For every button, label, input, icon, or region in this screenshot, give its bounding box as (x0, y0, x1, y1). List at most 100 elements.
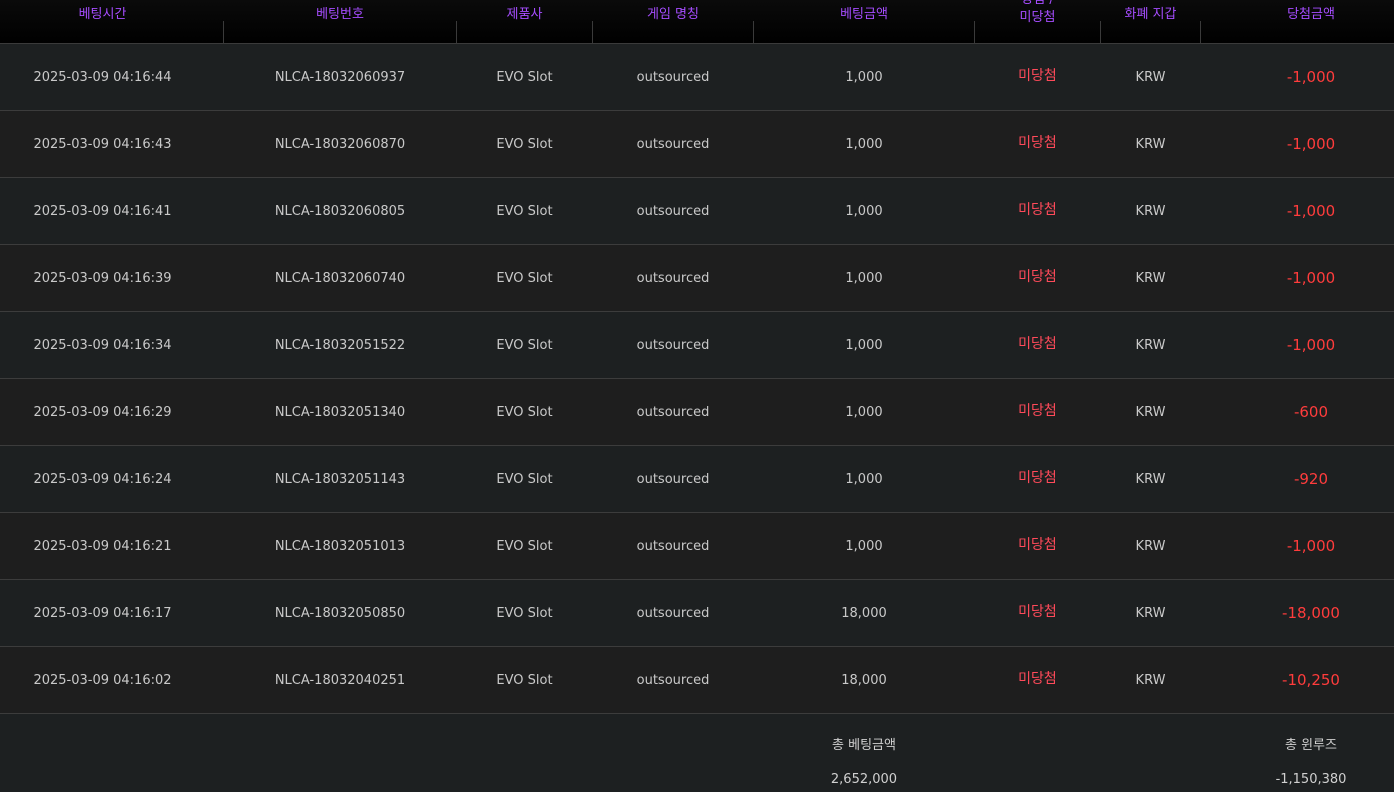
win-amount-cell: -1,000 (1286, 68, 1336, 86)
win-amount-cell: -18,000 (1282, 604, 1340, 622)
bet-amount-cell: 1,000 (845, 69, 883, 85)
win-status-cell: 미당첨 (1018, 269, 1057, 285)
table-row[interactable]: 2025-03-09 04:16:44 NLCA-18032060937 EVO… (0, 44, 1394, 111)
currency-cell: KRW (1135, 203, 1166, 219)
column-header-bet-amount[interactable]: 베팅금액 (754, 0, 974, 43)
game-name-cell: outsourced (636, 136, 710, 152)
game-name-cell: outsourced (636, 672, 710, 688)
column-header-label: 당첨금액 (1287, 7, 1335, 22)
column-header-label: 베팅시간 (78, 7, 127, 22)
game-name-cell: outsourced (636, 69, 710, 85)
table-row[interactable]: 2025-03-09 04:16:43 NLCA-18032060870 EVO… (0, 111, 1394, 178)
bet-amount-cell: 1,000 (845, 203, 883, 219)
game-name-cell: outsourced (636, 404, 710, 420)
currency-cell: KRW (1135, 404, 1166, 420)
column-divider (1100, 21, 1101, 43)
column-header-game-name[interactable]: 게임 명칭 (593, 0, 753, 43)
column-header-win-status-stack: 당첨 / 미당첨 (1020, 0, 1056, 27)
bet-amount-cell: 1,000 (845, 404, 883, 420)
provider-cell: EVO Slot (496, 136, 553, 152)
table-row[interactable]: 2025-03-09 04:16:41 NLCA-18032060805 EVO… (0, 178, 1394, 245)
win-status-cell: 미당첨 (1018, 202, 1057, 218)
win-status-cell: 미당첨 (1018, 135, 1057, 151)
bet-id-cell: NLCA-18032051340 (274, 404, 406, 420)
column-header-currency[interactable]: 화폐 지갑 (1101, 0, 1200, 43)
bet-id-cell: NLCA-18032060937 (274, 69, 406, 85)
currency-cell: KRW (1135, 605, 1166, 621)
table-row[interactable]: 2025-03-09 04:16:24 NLCA-18032051143 EVO… (0, 446, 1394, 513)
bet-id-cell: NLCA-18032060740 (274, 270, 406, 286)
bet-amount-cell: 18,000 (841, 672, 887, 688)
win-status-cell: 미당첨 (1018, 336, 1057, 352)
win-status-cell: 미당첨 (1018, 403, 1057, 419)
bet-id-cell: NLCA-18032060870 (274, 136, 406, 152)
total-winloss-value: -1,150,380 (1275, 772, 1347, 787)
currency-cell: KRW (1135, 270, 1166, 286)
provider-cell: EVO Slot (496, 404, 553, 420)
column-header-win-status[interactable]: 당첨 / 미당첨 (975, 0, 1100, 43)
column-divider (456, 21, 457, 43)
table-row[interactable]: 2025-03-09 04:16:17 NLCA-18032050850 EVO… (0, 580, 1394, 647)
game-name-cell: outsourced (636, 605, 710, 621)
game-name-cell: outsourced (636, 270, 710, 286)
bet-time-cell: 2025-03-09 04:16:02 (33, 672, 172, 688)
win-amount-cell: -1,000 (1286, 202, 1336, 220)
bet-id-cell: NLCA-18032040251 (274, 672, 406, 688)
bet-id-cell: NLCA-18032051522 (274, 337, 406, 353)
game-name-cell: outsourced (636, 538, 710, 554)
bet-amount-cell: 1,000 (845, 538, 883, 554)
bet-time-cell: 2025-03-09 04:16:24 (33, 471, 172, 487)
win-status-cell: 미당첨 (1018, 68, 1057, 84)
provider-cell: EVO Slot (496, 69, 553, 85)
table-row[interactable]: 2025-03-09 04:16:21 NLCA-18032051013 EVO… (0, 513, 1394, 580)
bet-amount-cell: 1,000 (845, 270, 883, 286)
bet-time-cell: 2025-03-09 04:16:29 (33, 404, 172, 420)
table-row[interactable]: 2025-03-09 04:16:34 NLCA-18032051522 EVO… (0, 312, 1394, 379)
column-header-win-amount[interactable]: 당첨금액 (1201, 0, 1394, 43)
win-amount-cell: -1,000 (1286, 537, 1336, 555)
bet-time-cell: 2025-03-09 04:16:41 (33, 203, 172, 219)
currency-cell: KRW (1135, 672, 1166, 688)
table-row[interactable]: 2025-03-09 04:16:29 NLCA-18032051340 EVO… (0, 379, 1394, 446)
column-header-provider[interactable]: 제품사 (457, 0, 592, 43)
bet-time-cell: 2025-03-09 04:16:44 (33, 69, 172, 85)
column-divider (974, 21, 975, 43)
provider-cell: EVO Slot (496, 270, 553, 286)
table-row[interactable]: 2025-03-09 04:16:02 NLCA-18032040251 EVO… (0, 647, 1394, 714)
column-header-label: 베팅금액 (840, 7, 888, 22)
currency-cell: KRW (1135, 136, 1166, 152)
provider-cell: EVO Slot (496, 203, 553, 219)
column-divider (592, 21, 593, 43)
bet-amount-cell: 1,000 (845, 471, 883, 487)
bet-amount-cell: 1,000 (845, 337, 883, 353)
provider-cell: EVO Slot (496, 337, 553, 353)
total-bet-label: 총 베팅금액 (832, 738, 896, 753)
bet-amount-cell: 1,000 (845, 136, 883, 152)
column-divider (1200, 21, 1201, 43)
currency-cell: KRW (1135, 69, 1166, 85)
betting-history-page: 베팅시간 베팅번호 제품사 게임 명칭 베팅금액 당첨 / 미당첨 화폐 지갑 … (0, 0, 1394, 792)
column-header-label: 화폐 지갑 (1124, 7, 1177, 22)
win-amount-cell: -920 (1293, 470, 1329, 488)
provider-cell: EVO Slot (496, 471, 553, 487)
provider-cell: EVO Slot (496, 672, 553, 688)
total-winloss-label: 총 윈루즈 (1285, 738, 1337, 753)
column-header-label: 베팅번호 (316, 7, 364, 22)
table-row[interactable]: 2025-03-09 04:16:39 NLCA-18032060740 EVO… (0, 245, 1394, 312)
game-name-cell: outsourced (636, 471, 710, 487)
win-amount-cell: -1,000 (1286, 269, 1336, 287)
column-divider (223, 21, 224, 43)
column-header-label-line2: 미당첨 (1019, 10, 1056, 25)
column-header-bet-id[interactable]: 베팅번호 (224, 0, 456, 43)
bet-time-cell: 2025-03-09 04:16:43 (33, 136, 172, 152)
provider-cell: EVO Slot (496, 538, 553, 554)
column-header-label: 게임 명칭 (647, 7, 699, 22)
bet-time-cell: 2025-03-09 04:16:17 (33, 605, 172, 621)
win-amount-cell: -1,000 (1286, 135, 1336, 153)
bet-id-cell: NLCA-18032051013 (274, 538, 406, 554)
win-status-cell: 미당첨 (1018, 537, 1057, 553)
currency-cell: KRW (1135, 471, 1166, 487)
table-header: 베팅시간 베팅번호 제품사 게임 명칭 베팅금액 당첨 / 미당첨 화폐 지갑 … (0, 0, 1394, 44)
column-header-bet-time[interactable]: 베팅시간 (0, 0, 205, 43)
bet-id-cell: NLCA-18032050850 (274, 605, 406, 621)
